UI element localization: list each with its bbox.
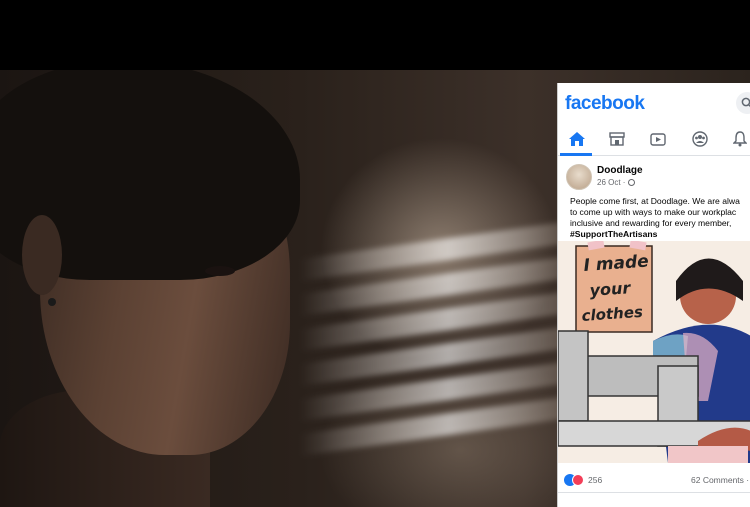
tab-marketplace[interactable]: [606, 130, 628, 148]
tab-notifications[interactable]: [729, 130, 750, 148]
illustration: I made your clothes: [558, 241, 750, 463]
search-button[interactable]: [736, 92, 750, 114]
tab-home[interactable]: [566, 130, 588, 148]
reaction-bar: 256 62 Comments ·: [558, 470, 750, 490]
post-text-line: inclusive and rewarding for every member…: [570, 218, 732, 228]
tab-groups[interactable]: [689, 130, 711, 148]
reaction-icons[interactable]: [564, 474, 586, 486]
post-date-text: 26 Oct ·: [597, 178, 626, 187]
reaction-count[interactable]: 256: [588, 475, 602, 485]
post-page-name[interactable]: Doodlage: [597, 165, 643, 176]
facebook-nav-bar: [558, 123, 750, 156]
post-text: People come first, at Doodlage. We are a…: [558, 194, 750, 240]
post-image[interactable]: I made your clothes: [558, 241, 750, 463]
facebook-logo[interactable]: facebook: [565, 93, 645, 115]
hashtag-link[interactable]: #SupportTheArtisans: [570, 229, 743, 240]
post-header: Doodlage 26 Oct ·: [558, 156, 750, 194]
woman-eye: [205, 266, 235, 276]
post-text-line: People come first, at Doodlage. We are a…: [570, 196, 740, 206]
earring: [48, 298, 56, 306]
tab-watch[interactable]: [647, 130, 669, 148]
notifications-icon: [733, 131, 747, 147]
post-text-line: to come up with ways to make our workpla…: [570, 207, 737, 217]
facebook-header: facebook: [558, 83, 750, 123]
search-icon: [741, 97, 750, 108]
woman-ear: [22, 215, 62, 295]
avatar[interactable]: [566, 164, 592, 190]
love-reaction-icon: [572, 474, 584, 486]
post-date[interactable]: 26 Oct ·: [597, 178, 635, 187]
facebook-panel: facebook Doodlage 26 Oct · People come f…: [557, 83, 750, 507]
comments-count[interactable]: 62 Comments ·: [691, 475, 749, 485]
home-icon: [569, 132, 585, 146]
divider: [558, 492, 750, 493]
watch-icon: [650, 132, 666, 146]
globe-icon: [627, 179, 635, 186]
sign-text-line: your: [589, 278, 632, 300]
letterbox-top: [0, 0, 750, 70]
groups-icon: [692, 131, 708, 147]
marketplace-icon: [609, 132, 625, 146]
